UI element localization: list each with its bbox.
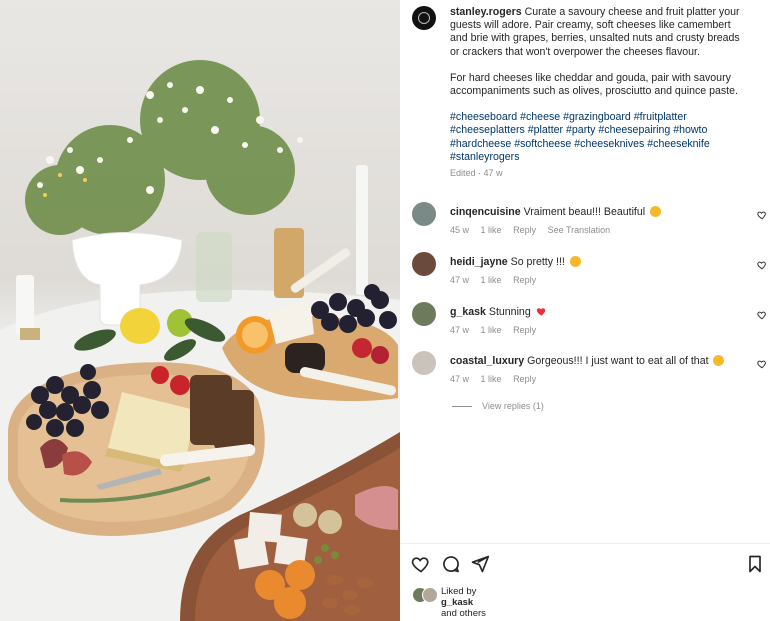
liker-avatar [422,587,438,603]
comment-like-heart-icon[interactable] [757,310,767,320]
comment-text: Vraiment beau!!! Beautiful [523,206,646,218]
liked-by-user[interactable]: g_kask [441,597,473,608]
comment-age: 47 w [450,374,470,384]
comment-likes[interactable]: 1 like [481,325,502,335]
post-side-panel: stanley.rogers Curate a savoury cheese a… [400,0,770,621]
comment-like-heart-icon[interactable] [757,210,767,220]
caption-paragraph-2: For hard cheeses like cheddar and gouda,… [450,71,738,98]
liked-by-others[interactable]: and others [441,608,486,619]
star-struck-emoji [650,206,662,217]
comment-item: g_kask Stunning 47 w 1 like Reply [400,302,770,348]
comment-age: 45 w [450,225,470,235]
comment-like-heart-icon[interactable] [757,359,767,369]
heart-icon[interactable] [411,554,431,574]
comment-like-heart-icon[interactable] [757,260,767,270]
reply-button[interactable]: Reply [513,275,536,285]
actions-divider [400,543,770,544]
post-action-bar [400,554,770,576]
author-username[interactable]: stanley.rogers [450,6,522,18]
reply-button[interactable]: Reply [513,225,536,235]
share-icon[interactable] [470,554,490,574]
comment-item: coastal_luxury Gorgeous!!! I just want t… [400,351,770,397]
commenter-username[interactable]: heidi_jayne [450,256,508,268]
red-heart-emoji [536,308,545,316]
heart-eyes-emoji [713,355,725,366]
caption-hashtags[interactable]: #cheeseboard #cheese #grazingboard #frui… [450,111,750,164]
instagram-post-view: stanley.rogers Curate a savoury cheese a… [0,0,770,621]
reply-button[interactable]: Reply [513,374,536,384]
comment-age: 47 w [450,325,470,335]
comment-text: Gorgeous!!! I just want to eat all of th… [527,355,709,367]
comment-likes[interactable]: 1 like [481,374,502,384]
commenter-avatar[interactable] [412,202,436,226]
reply-button[interactable]: Reply [513,325,536,335]
commenter-username[interactable]: coastal_luxury [450,355,524,367]
comment-item: heidi_jayne So pretty !!! 47 w 1 like Re… [400,252,770,298]
comment-icon[interactable] [441,554,461,574]
view-replies-label: View replies (1) [482,401,544,411]
author-avatar[interactable] [412,6,436,30]
commenter-username[interactable]: cinqencuisine [450,206,521,218]
comment-age: 47 w [450,275,470,285]
replies-divider-line [452,406,472,408]
comment-text: Stunning [488,306,531,318]
edited-timestamp: Edited · 47 w [450,168,503,179]
cheese-platter-image [0,60,400,621]
commenter-avatar[interactable] [412,252,436,276]
liked-by-prefix: Liked by [441,586,477,597]
commenter-avatar[interactable] [412,351,436,375]
commenter-avatar[interactable] [412,302,436,326]
bookmark-icon[interactable] [745,554,765,574]
commenter-username[interactable]: g_kask [450,306,486,318]
liked-by-summary[interactable]: Liked by g_kask and others [412,585,762,619]
post-photo[interactable] [0,0,400,621]
comment-likes[interactable]: 1 like [481,225,502,235]
comment-text: So pretty !!! [510,256,565,268]
comment-item: cinqencuisine Vraiment beau!!! Beautiful… [400,202,770,248]
comment-likes[interactable]: 1 like [481,275,502,285]
see-translation-button[interactable]: See Translation [548,225,611,235]
view-replies-button[interactable]: View replies (1) [452,401,544,411]
raising-hands-emoji [569,256,581,267]
